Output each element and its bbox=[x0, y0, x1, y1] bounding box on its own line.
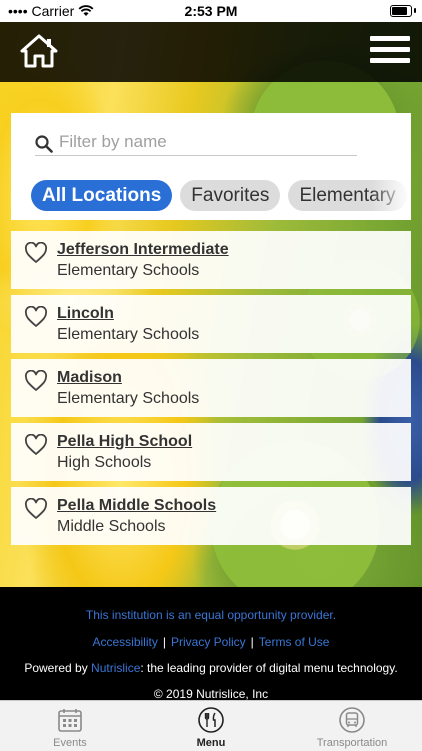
heart-favorite-icon[interactable] bbox=[24, 498, 48, 520]
copyright-text: © 2019 Nutrislice, Inc bbox=[153, 687, 269, 701]
school-type-label: Elementary Schools bbox=[57, 390, 200, 407]
footer-links: Accessibility | Privacy Policy | Terms of Us… bbox=[0, 635, 422, 649]
school-type-label: Middle Schools bbox=[57, 518, 166, 535]
school-list-item[interactable]: Pella Middle Schools Middle Schools bbox=[11, 487, 411, 545]
status-bar: •••• Carrier 2:53 PM bbox=[0, 0, 422, 22]
chip-all-locations[interactable]: All Locations bbox=[31, 180, 173, 211]
category-chips: All Locations Favorites Elementary bbox=[31, 180, 411, 212]
school-list-item[interactable]: Lincoln Elementary Schools bbox=[11, 295, 411, 353]
fork-knife-icon bbox=[198, 707, 224, 733]
home-icon bbox=[20, 34, 58, 68]
link-separator: | bbox=[162, 635, 166, 649]
nutrislice-link[interactable]: Nutrislice bbox=[91, 661, 140, 675]
heart-favorite-icon[interactable] bbox=[24, 242, 48, 264]
filter-panel: All LocationsFavoritesElementary bbox=[11, 113, 411, 220]
link-separator: | bbox=[250, 635, 254, 649]
school-type-label: High Schools bbox=[57, 454, 152, 471]
heart-favorite-icon[interactable] bbox=[24, 434, 48, 456]
search-bar bbox=[35, 131, 357, 156]
hamburger-menu-icon bbox=[370, 58, 410, 63]
powered-by-prefix: Powered by bbox=[24, 661, 92, 675]
tab-transportation-label: Transportation bbox=[316, 737, 388, 749]
chips-scroll-fade bbox=[371, 173, 411, 217]
school-list-item[interactable]: Pella High School High Schools bbox=[11, 423, 411, 481]
tab-transportation[interactable]: Transportation bbox=[282, 701, 422, 751]
hamburger-menu-button[interactable] bbox=[370, 36, 410, 66]
school-name-link[interactable]: Pella High School bbox=[57, 433, 192, 451]
search-icon bbox=[35, 135, 53, 153]
equal-opportunity-statement: This institution is an equal opportunity… bbox=[85, 608, 337, 622]
chip-favorites[interactable]: Favorites bbox=[180, 180, 281, 211]
filter-by-name-input[interactable] bbox=[59, 131, 355, 153]
school-list-item[interactable]: Madison Elementary Schools bbox=[11, 359, 411, 417]
bus-icon bbox=[339, 707, 365, 733]
school-name-link[interactable]: Pella Middle Schools bbox=[57, 497, 216, 515]
hamburger-menu-icon bbox=[370, 36, 410, 41]
terms-of-use-link[interactable]: Terms of Use bbox=[259, 635, 330, 649]
hamburger-menu-icon bbox=[370, 47, 410, 52]
app-header bbox=[0, 22, 422, 82]
tab-menu-label: Menu bbox=[196, 737, 226, 749]
privacy-policy-link[interactable]: Privacy Policy bbox=[171, 635, 246, 649]
heart-favorite-icon[interactable] bbox=[24, 370, 48, 392]
powered-by-suffix: : the leading provider of digital menu t… bbox=[140, 661, 398, 675]
tab-menu[interactable]: Menu bbox=[141, 701, 281, 751]
school-name-link[interactable]: Lincoln bbox=[57, 305, 114, 323]
school-name-link[interactable]: Madison bbox=[57, 369, 122, 387]
clock: 2:53 PM bbox=[184, 3, 238, 19]
page-footer: This institution is an equal opportunity… bbox=[0, 587, 422, 701]
school-type-label: Elementary Schools bbox=[57, 262, 200, 279]
battery-icon bbox=[390, 5, 412, 17]
accessibility-link[interactable]: Accessibility bbox=[93, 635, 158, 649]
tab-events[interactable]: Events bbox=[0, 701, 140, 751]
battery-nub bbox=[414, 8, 416, 13]
home-button[interactable] bbox=[20, 34, 58, 68]
school-name-link[interactable]: Jefferson Intermediate bbox=[57, 241, 229, 259]
bottom-tab-bar: Events Menu Transportation bbox=[0, 700, 422, 751]
tab-events-label: Events bbox=[53, 737, 87, 749]
powered-by-text: Powered by Nutrislice: the leading provi… bbox=[0, 661, 422, 675]
school-type-label: Elementary Schools bbox=[57, 326, 200, 343]
heart-favorite-icon[interactable] bbox=[24, 306, 48, 328]
calendar-icon bbox=[58, 709, 82, 732]
school-list-item[interactable]: Jefferson Intermediate Elementary School… bbox=[11, 231, 411, 289]
